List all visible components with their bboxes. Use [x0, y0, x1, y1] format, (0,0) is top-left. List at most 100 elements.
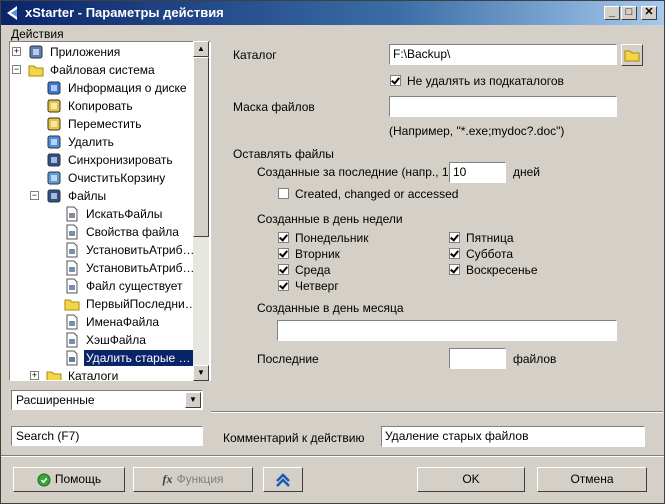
tree-expander[interactable]: −: [12, 65, 21, 74]
checkbox-box: [449, 232, 460, 244]
cca-label: Created, changed or accessed: [295, 186, 459, 201]
sync-icon: [46, 152, 62, 168]
tree-item[interactable]: Копировать: [46, 96, 135, 114]
tree-item[interactable]: ОчиститьКорзину: [46, 168, 167, 186]
tree-item[interactable]: Свойства файла: [64, 222, 181, 240]
created-last-input[interactable]: 10: [449, 162, 506, 183]
tree-expander[interactable]: +: [12, 47, 21, 56]
actions-tree[interactable]: + Приложения − Файловая система Информация о…: [9, 41, 211, 381]
tree-item-label: ИскатьФайлы: [86, 206, 163, 221]
weekday-checkbox[interactable]: Среда: [278, 262, 330, 277]
tree-item-label: Информация о диске: [68, 80, 187, 95]
tree-item-label: Приложения: [50, 44, 121, 59]
checkbox-box: [449, 264, 460, 276]
file-names-icon: [64, 314, 80, 330]
tree-item[interactable]: Удалить старые …: [64, 348, 193, 366]
checkbox-box: [449, 248, 460, 260]
weekday-checkbox[interactable]: Суббота: [449, 246, 513, 261]
tree-item-label: Переместить: [68, 116, 142, 131]
function-button[interactable]: fx Функция: [133, 467, 253, 492]
ok-label: OK: [462, 472, 480, 486]
tree-item[interactable]: ИменаФайла: [64, 312, 161, 330]
weekday-checkbox[interactable]: Понедельник: [278, 230, 368, 245]
tree-item[interactable]: Приложения: [28, 42, 122, 60]
file-attributes-icon: [64, 242, 80, 258]
last-label: Последние: [257, 352, 319, 366]
minimize-button[interactable]: _: [604, 6, 620, 20]
mode-select[interactable]: Расширенные ▼: [11, 390, 203, 410]
tree-item-label: Свойства файла: [86, 224, 179, 239]
created-changed-accessed-checkbox[interactable]: Created, changed or accessed: [278, 186, 458, 201]
created-last-label: Созданные за последние (напр., 14): [257, 165, 460, 179]
tree-item[interactable]: УстановитьАтриб…: [64, 258, 196, 276]
weekday-checkbox[interactable]: Четверг: [278, 278, 339, 293]
computer-icon: [28, 44, 44, 60]
weekday-checkbox[interactable]: Пятница: [449, 230, 514, 245]
folder-icon: [624, 50, 640, 62]
cancel-button[interactable]: Отмена: [537, 467, 647, 492]
tree-item-label: Файлы: [68, 188, 107, 203]
panel-splitter[interactable]: [211, 27, 217, 447]
weekday-label: Четверг: [295, 278, 339, 293]
tree-expander[interactable]: +: [30, 371, 39, 380]
ok-button[interactable]: OK: [417, 467, 525, 492]
catalog-value: F:\Backup\: [393, 47, 451, 61]
tree-item[interactable]: Файл существует: [64, 276, 185, 294]
tree-item[interactable]: Каталоги: [46, 366, 120, 380]
checkbox-box: [278, 248, 289, 260]
no-delete-subdirs-checkbox[interactable]: Не удалять из подкаталогов: [390, 73, 564, 88]
tree-item[interactable]: Переместить: [46, 114, 144, 132]
tree-item[interactable]: Файловая система: [28, 60, 157, 78]
tree-item-label: Удалить старые …: [84, 349, 193, 366]
folder-icon: [46, 368, 62, 380]
maximize-button[interactable]: □: [621, 6, 637, 20]
tree-item-label: Удалить: [68, 134, 114, 149]
title-bar[interactable]: xStarter - Параметры действия _ □ ✕: [1, 1, 664, 25]
tree-item[interactable]: Удалить: [46, 132, 116, 150]
tree-item[interactable]: ИскатьФайлы: [64, 204, 164, 222]
weekday-label: Понедельник: [295, 230, 369, 245]
scroll-thumb[interactable]: [193, 57, 209, 237]
function-label: Функция: [176, 472, 224, 486]
mask-hint: (Например, "*.exe;mydoc?.doc"): [389, 124, 565, 138]
tree-item-label: Копировать: [68, 98, 133, 113]
search-input[interactable]: Search (F7): [11, 426, 203, 446]
tree-item[interactable]: ПервыйПоследни…: [64, 294, 199, 312]
close-button[interactable]: ✕: [641, 6, 657, 20]
collapse-button[interactable]: [263, 467, 303, 492]
tree-item[interactable]: Информация о диске: [46, 78, 189, 96]
chevron-down-icon[interactable]: ▼: [185, 392, 201, 408]
folder-icon: [28, 62, 44, 78]
days-label: дней: [513, 165, 541, 179]
tree-item[interactable]: Файлы: [46, 186, 108, 204]
weekday-checkbox[interactable]: Вторник: [278, 246, 340, 261]
monthday-input[interactable]: [277, 320, 617, 341]
weekday-label: Суббота: [466, 246, 513, 261]
floppy-icon: [46, 188, 62, 204]
catalog-input[interactable]: F:\Backup\: [389, 44, 617, 65]
help-button[interactable]: Помощь: [13, 467, 125, 492]
weekday-label: Среда: [295, 262, 331, 277]
weekday-checkbox[interactable]: Воскресенье: [449, 262, 538, 277]
form-divider: [211, 411, 663, 413]
tree-item[interactable]: ХэшФайла: [64, 330, 148, 348]
comment-label: Комментарий к действию: [223, 431, 365, 445]
tree-item-label: Файловая система: [50, 62, 155, 77]
tree-expander[interactable]: −: [30, 191, 39, 200]
no-delete-subdirs-label: Не удалять из подкаталогов: [407, 73, 564, 88]
last-files-input[interactable]: [449, 348, 506, 369]
delete-icon: [46, 134, 62, 150]
tree-item[interactable]: Синхронизировать: [46, 150, 175, 168]
scroll-up-button[interactable]: ▲: [193, 41, 209, 57]
scroll-down-button[interactable]: ▼: [193, 365, 209, 381]
files-label: файлов: [513, 352, 557, 366]
move-icon: [46, 116, 62, 132]
tree-item[interactable]: УстановитьАтриб…: [64, 240, 196, 258]
tree-scrollbar[interactable]: ▲ ▼: [193, 41, 209, 381]
function-icon: fx: [162, 472, 173, 487]
browse-folder-button[interactable]: [621, 44, 643, 66]
comment-input[interactable]: Удаление старых файлов: [381, 426, 645, 447]
copy-icon: [46, 98, 62, 114]
mask-input[interactable]: [389, 96, 617, 117]
double-chevron-up-icon: [276, 473, 290, 487]
